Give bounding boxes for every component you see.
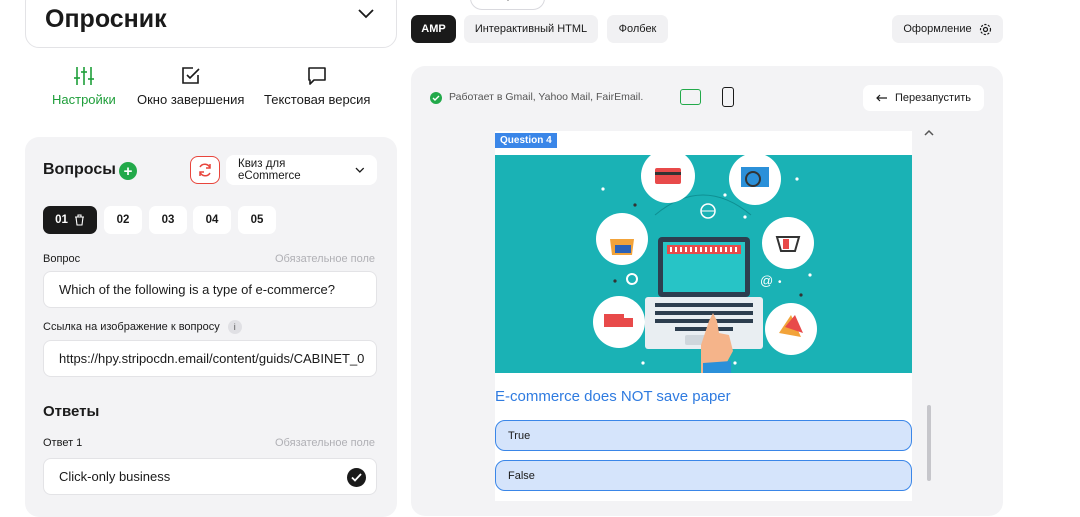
- info-icon[interactable]: i: [227, 320, 242, 334]
- question-number-04[interactable]: 04: [193, 206, 231, 234]
- question-number-01[interactable]: 01: [43, 206, 97, 234]
- sliders-icon: [73, 67, 94, 85]
- question-number-02[interactable]: 02: [104, 206, 142, 234]
- design-button-label: Оформление: [903, 23, 972, 35]
- tab-text-version-label: Текстовая версия: [264, 92, 371, 107]
- question-text: E-commerce does NOT save paper: [495, 388, 731, 405]
- question-badge: Question 4: [495, 133, 557, 148]
- question-number-label: 01: [55, 214, 68, 226]
- chat-icon: [308, 67, 327, 85]
- tab-text-version[interactable]: Текстовая версия: [264, 66, 370, 107]
- checkbox-icon: [181, 67, 200, 84]
- tab-amp[interactable]: AMP: [411, 15, 456, 43]
- tab-completion-label: Окно завершения: [137, 92, 245, 107]
- image-link-label: Ссылка на изображение к вопросу i: [43, 320, 242, 334]
- chevron-down-icon: [507, 0, 509, 1]
- email-preview: Question 4 @ • E-commerce does NOT save …: [495, 131, 912, 501]
- support-text: Работает в Gmail, Yahoo Mail, FairEmail.: [449, 91, 644, 103]
- svg-text:@: @: [760, 273, 773, 288]
- trash-icon[interactable]: [74, 214, 85, 226]
- status-check-icon: [430, 92, 442, 104]
- image-link-label-text: Ссылка на изображение к вопросу: [43, 320, 220, 333]
- question-label: Вопрос: [43, 253, 81, 265]
- answer1-input[interactable]: Click-only business: [43, 458, 377, 495]
- tab-interactive-html[interactable]: Интерактивный HTML: [464, 15, 598, 43]
- answer1-label: Ответ 1: [43, 437, 83, 449]
- refresh-button[interactable]: [190, 156, 220, 184]
- left-tabs: Настройки Окно завершения Текстовая верс…: [25, 66, 397, 122]
- question-number-03[interactable]: 03: [149, 206, 187, 234]
- mobile-view-icon[interactable]: [722, 87, 734, 107]
- questions-heading: Вопросы: [43, 161, 116, 178]
- design-button[interactable]: Оформление: [892, 15, 1003, 43]
- panel-drag-handle[interactable]: [470, 0, 545, 10]
- gear-icon: [979, 23, 991, 35]
- scrollbar-thumb[interactable]: [927, 405, 931, 481]
- desktop-view-icon[interactable]: [680, 89, 701, 105]
- page-title: Опросник: [45, 5, 167, 33]
- template-select-value: Квиз для eCommerce: [238, 158, 301, 182]
- required-hint: Обязательное поле: [275, 437, 376, 449]
- refresh-icon: [199, 163, 211, 177]
- answer1-value: Click-only business: [59, 469, 171, 484]
- correct-answer-check-icon[interactable]: [347, 468, 366, 487]
- tab-completion-window[interactable]: Окно завершения: [137, 66, 244, 107]
- restart-button[interactable]: Перезапустить: [863, 85, 984, 111]
- chevron-down-icon[interactable]: [358, 9, 374, 19]
- title-card[interactable]: Опросник: [25, 0, 397, 48]
- svg-text:•: •: [778, 277, 782, 288]
- arrow-left-icon: [876, 94, 888, 102]
- add-question-icon[interactable]: +: [119, 162, 137, 180]
- restart-label: Перезапустить: [895, 92, 971, 104]
- answer-option-false[interactable]: False: [495, 460, 912, 491]
- required-hint: Обязательное поле: [275, 253, 376, 265]
- template-select[interactable]: Квиз для eCommerce: [226, 155, 377, 185]
- question-input[interactable]: Which of the following is a type of e-co…: [43, 271, 377, 308]
- answers-heading: Ответы: [43, 403, 100, 420]
- chevron-down-icon: [355, 167, 365, 173]
- question-number-05[interactable]: 05: [238, 206, 276, 234]
- tab-settings-label: Настройки: [52, 92, 116, 107]
- tab-fallback[interactable]: Фолбек: [607, 15, 668, 43]
- answer-option-true[interactable]: True: [495, 420, 912, 451]
- image-url-input[interactable]: https://hpy.stripocdn.email/content/guid…: [43, 340, 377, 377]
- chevron-up-icon[interactable]: [924, 129, 934, 136]
- tab-settings[interactable]: Настройки: [52, 66, 116, 107]
- ecommerce-illustration: @ •: [495, 155, 912, 373]
